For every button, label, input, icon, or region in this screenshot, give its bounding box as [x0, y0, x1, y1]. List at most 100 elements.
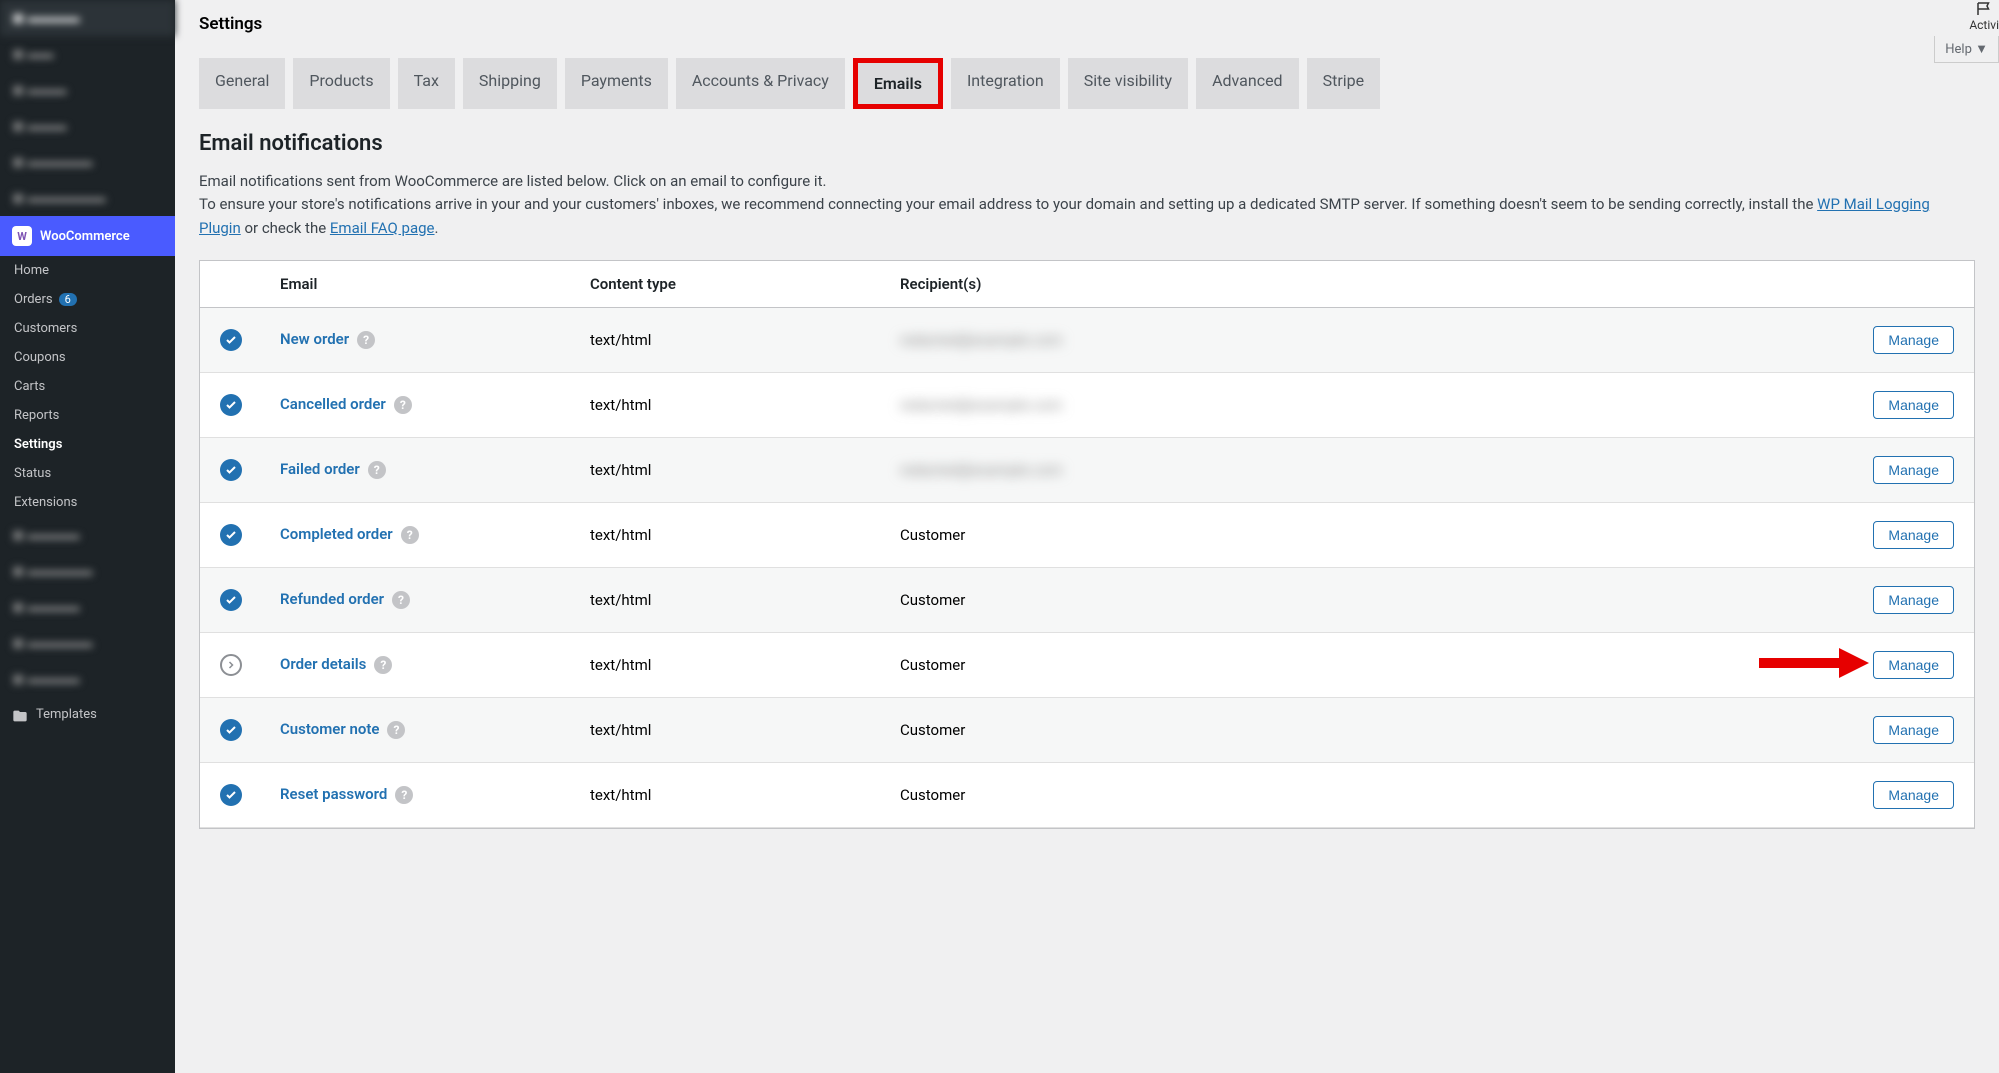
- help-icon[interactable]: ?: [401, 526, 419, 544]
- th-content-type: Content type: [590, 275, 900, 293]
- sidebar-item-blurred[interactable]: ▣ ▬▬▬▬: [0, 517, 175, 553]
- help-tab[interactable]: Help ▼: [1934, 36, 1999, 63]
- woocommerce-icon: W: [12, 226, 32, 246]
- status-enabled-icon: [220, 719, 242, 741]
- content-type-cell: text/html: [590, 526, 900, 544]
- sidebar-item-blurred[interactable]: ▣ ▬▬▬▬▬: [0, 553, 175, 589]
- tab-tax[interactable]: Tax: [398, 58, 455, 109]
- sidebar-sub-extensions[interactable]: Extensions: [0, 488, 175, 517]
- recipient-cell: Customer: [900, 786, 1844, 804]
- help-icon[interactable]: ?: [395, 786, 413, 804]
- recipient-cell: Customer: [900, 721, 1844, 739]
- help-icon[interactable]: ?: [368, 461, 386, 479]
- sidebar-item-blurred[interactable]: ▣ ▬▬▬▬▬: [0, 144, 175, 180]
- main-content: Activi Help ▼ Settings General Products …: [175, 0, 1999, 1073]
- folder-icon: [12, 708, 28, 722]
- manage-button[interactable]: Manage: [1873, 586, 1954, 614]
- settings-tabs: General Products Tax Shipping Payments A…: [199, 58, 1975, 109]
- tab-site-visibility[interactable]: Site visibility: [1068, 58, 1188, 109]
- table-row: Failed order?text/htmlredacted@example.c…: [200, 438, 1974, 503]
- tab-products[interactable]: Products: [293, 58, 389, 109]
- sidebar-item-blurred[interactable]: ▣ ▬▬▬: [0, 108, 175, 144]
- sidebar-sub-settings[interactable]: Settings: [0, 430, 175, 459]
- email-name-link[interactable]: Refunded order: [280, 590, 384, 608]
- content-type-cell: text/html: [590, 396, 900, 414]
- manage-button[interactable]: Manage: [1873, 456, 1954, 484]
- tab-payments[interactable]: Payments: [565, 58, 668, 109]
- status-enabled-icon: [220, 524, 242, 546]
- sidebar-sub-carts[interactable]: Carts: [0, 372, 175, 401]
- tab-accounts-privacy[interactable]: Accounts & Privacy: [676, 58, 845, 109]
- sidebar-sub-orders[interactable]: Orders 6: [0, 285, 175, 314]
- th-email: Email: [280, 275, 590, 293]
- manage-button[interactable]: Manage: [1873, 326, 1954, 354]
- email-faq-link[interactable]: Email FAQ page: [330, 219, 435, 237]
- recipient-cell: redacted@example.com: [900, 331, 1844, 349]
- sidebar-sub-coupons[interactable]: Coupons: [0, 343, 175, 372]
- sidebar-item-blurred[interactable]: ▣ ▬▬▬▬▬: [0, 625, 175, 661]
- help-icon[interactable]: ?: [357, 331, 375, 349]
- emails-table: Email Content type Recipient(s) New orde…: [199, 260, 1975, 829]
- manage-button[interactable]: Manage: [1873, 781, 1954, 809]
- sidebar-bottom-blurred: ▣ ▬▬▬▬ ▣ ▬▬▬▬▬ ▣ ▬▬▬▬ ▣ ▬▬▬▬▬ ▣ ▬▬▬▬: [0, 517, 175, 697]
- tab-emails[interactable]: Emails: [853, 58, 943, 109]
- top-right-controls: Activi Help ▼: [1934, 0, 1999, 63]
- sidebar-item-blurred[interactable]: ▣ ▬▬▬▬▬▬: [0, 180, 175, 216]
- email-name-link[interactable]: Cancelled order: [280, 395, 386, 413]
- sidebar-top-blurred: ▣ ▬▬▬▬ ▣ ▬▬ ▣ ▬▬▬ ▣ ▬▬▬ ▣ ▬▬▬▬▬ ▣ ▬▬▬▬▬▬: [0, 0, 175, 216]
- sidebar-sub-items: Home Orders 6 Customers Coupons Carts Re…: [0, 256, 175, 517]
- sidebar-item-templates[interactable]: Templates: [0, 697, 175, 732]
- email-name-link[interactable]: New order: [280, 330, 349, 348]
- sidebar-sub-customers[interactable]: Customers: [0, 314, 175, 343]
- table-row: New order?text/htmlredacted@example.comM…: [200, 308, 1974, 373]
- sidebar-item-blurred[interactable]: ▣ ▬▬: [0, 36, 175, 72]
- table-row: Refunded order?text/htmlCustomerManage: [200, 568, 1974, 633]
- tab-general[interactable]: General: [199, 58, 285, 109]
- status-enabled-icon: [220, 459, 242, 481]
- tab-shipping[interactable]: Shipping: [463, 58, 557, 109]
- tab-stripe[interactable]: Stripe: [1307, 58, 1381, 109]
- table-header: Email Content type Recipient(s): [200, 261, 1974, 308]
- manage-button[interactable]: Manage: [1873, 651, 1954, 679]
- email-name-link[interactable]: Customer note: [280, 720, 379, 738]
- help-icon[interactable]: ?: [394, 396, 412, 414]
- sidebar-item-blurred[interactable]: ▣ ▬▬▬▬: [0, 0, 175, 36]
- tab-integration[interactable]: Integration: [951, 58, 1060, 109]
- content-type-cell: text/html: [590, 591, 900, 609]
- email-name-link[interactable]: Order details: [280, 655, 366, 673]
- manage-button[interactable]: Manage: [1873, 391, 1954, 419]
- orders-badge: 6: [59, 293, 77, 306]
- sidebar-sub-home[interactable]: Home: [0, 256, 175, 285]
- section-description: Email notifications sent from WooCommerc…: [199, 170, 1975, 240]
- email-name-link[interactable]: Completed order: [280, 525, 393, 543]
- help-icon[interactable]: ?: [387, 721, 405, 739]
- sidebar-item-blurred[interactable]: ▣ ▬▬▬: [0, 72, 175, 108]
- sidebar-sub-reports[interactable]: Reports: [0, 401, 175, 430]
- table-row: Reset password? text/htmlCustomer Manage: [200, 763, 1974, 828]
- status-enabled-icon: [220, 784, 242, 806]
- manage-button[interactable]: Manage: [1873, 521, 1954, 549]
- sidebar-item-blurred[interactable]: ▣ ▬▬▬▬: [0, 661, 175, 697]
- sidebar-sub-status[interactable]: Status: [0, 459, 175, 488]
- section-title: Email notifications: [199, 131, 1975, 156]
- page-title: Settings: [199, 0, 1975, 48]
- sidebar-item-blurred[interactable]: ▣ ▬▬▬▬: [0, 589, 175, 625]
- tab-advanced[interactable]: Advanced: [1196, 58, 1299, 109]
- email-name-link[interactable]: Failed order: [280, 460, 360, 478]
- recipient-cell: redacted@example.com: [900, 461, 1844, 479]
- recipient-cell: Customer: [900, 526, 1844, 544]
- sidebar-item-woocommerce[interactable]: W WooCommerce: [0, 216, 175, 256]
- content-type-cell: text/html: [590, 656, 900, 674]
- th-recipients: Recipient(s): [900, 275, 1844, 293]
- table-row: Order details?text/htmlCustomerManage: [200, 633, 1974, 698]
- status-enabled-icon: [220, 589, 242, 611]
- help-icon[interactable]: ?: [392, 591, 410, 609]
- manage-button[interactable]: Manage: [1873, 716, 1954, 744]
- table-row: Customer note?text/htmlCustomerManage: [200, 698, 1974, 763]
- email-name-link[interactable]: Reset password: [280, 785, 387, 803]
- help-icon[interactable]: ?: [374, 656, 392, 674]
- activity-panel[interactable]: Activi: [1969, 0, 1999, 32]
- table-row: Completed order? text/htmlCustomer Manage: [200, 503, 1974, 568]
- table-body: New order? text/html redacted@example.com M…: [200, 308, 1974, 828]
- content-type-cell: text/html: [590, 786, 900, 804]
